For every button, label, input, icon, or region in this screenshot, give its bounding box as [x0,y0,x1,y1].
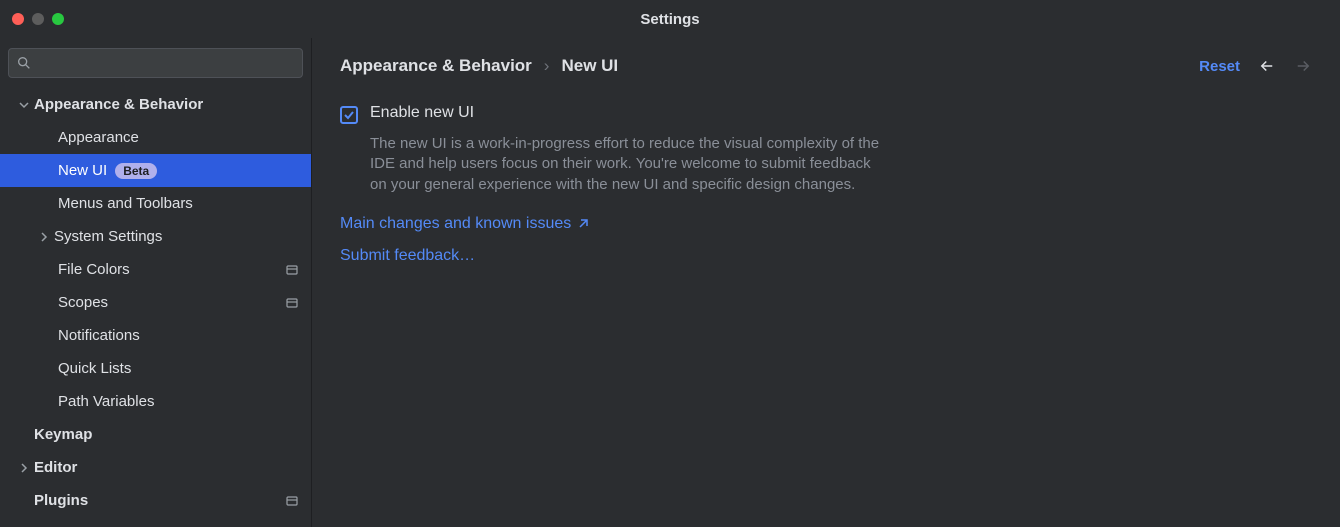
sidebar-item-label: Appearance [58,129,139,146]
maximize-icon[interactable] [52,13,64,25]
project-scope-icon [285,263,299,277]
sidebar-item-label: Path Variables [58,393,154,410]
sidebar-item-label: Scopes [58,294,108,311]
sidebar-item-path-variables[interactable]: Path Variables [0,385,311,418]
project-scope-icon [285,494,299,508]
forward-button [1294,57,1312,75]
window-controls [0,13,64,25]
sidebar-item-label: File Colors [58,261,130,278]
sidebar-item-label: Appearance & Behavior [34,96,203,113]
sidebar-item-menus-toolbars[interactable]: Menus and Toolbars [0,187,311,220]
sidebar-item-quick-lists[interactable]: Quick Lists [0,352,311,385]
titlebar: Settings [0,0,1340,38]
main-panel: Appearance & Behavior › New UI Reset [312,38,1340,527]
beta-badge: Beta [115,163,157,179]
back-button[interactable] [1258,57,1276,75]
sidebar-item-label: Notifications [58,327,140,344]
chevron-right-icon [36,232,52,242]
sidebar-item-editor[interactable]: Editor [0,451,311,484]
window-title: Settings [640,11,699,28]
reset-button[interactable]: Reset [1199,58,1240,75]
sidebar-item-label: Quick Lists [58,360,131,377]
sidebar-item-label: Plugins [34,492,88,509]
description-text: The new UI is a work-in-progress effort … [370,134,890,195]
settings-tree: Appearance & Behavior Appearance New UI … [0,88,311,527]
sidebar-item-keymap[interactable]: Keymap [0,418,311,451]
sidebar-item-new-ui[interactable]: New UI Beta [0,154,311,187]
sidebar-item-plugins[interactable]: Plugins [0,484,311,517]
external-link-icon [577,218,589,230]
enable-new-ui-checkbox[interactable] [340,106,358,124]
check-icon [343,109,355,121]
sidebar-item-label: New UI [58,162,107,179]
sidebar-item-notifications[interactable]: Notifications [0,319,311,352]
sidebar-item-system-settings[interactable]: System Settings [0,220,311,253]
search-input[interactable] [8,48,303,78]
chevron-down-icon [16,100,32,110]
close-icon[interactable] [12,13,24,25]
sidebar-item-appearance[interactable]: Appearance [0,121,311,154]
sidebar-item-label: System Settings [54,228,162,245]
chevron-right-icon [16,463,32,473]
minimize-icon[interactable] [32,13,44,25]
project-scope-icon [285,296,299,310]
link-text: Main changes and known issues [340,215,571,233]
feedback-link[interactable]: Submit feedback… [340,247,475,265]
breadcrumb-parent[interactable]: Appearance & Behavior [340,56,532,76]
sidebar-item-label: Editor [34,459,77,476]
sidebar-item-scopes[interactable]: Scopes [0,286,311,319]
sidebar-item-file-colors[interactable]: File Colors [0,253,311,286]
sidebar-item-appearance-behavior[interactable]: Appearance & Behavior [0,88,311,121]
breadcrumb-current: New UI [561,56,618,76]
sidebar: Appearance & Behavior Appearance New UI … [0,38,312,527]
breadcrumb: Appearance & Behavior › New UI [340,56,618,76]
enable-new-ui-label: Enable new UI [370,104,474,122]
sidebar-item-label: Keymap [34,426,92,443]
breadcrumb-separator: › [544,56,550,76]
changes-link[interactable]: Main changes and known issues [340,215,589,233]
sidebar-item-label: Menus and Toolbars [58,195,193,212]
